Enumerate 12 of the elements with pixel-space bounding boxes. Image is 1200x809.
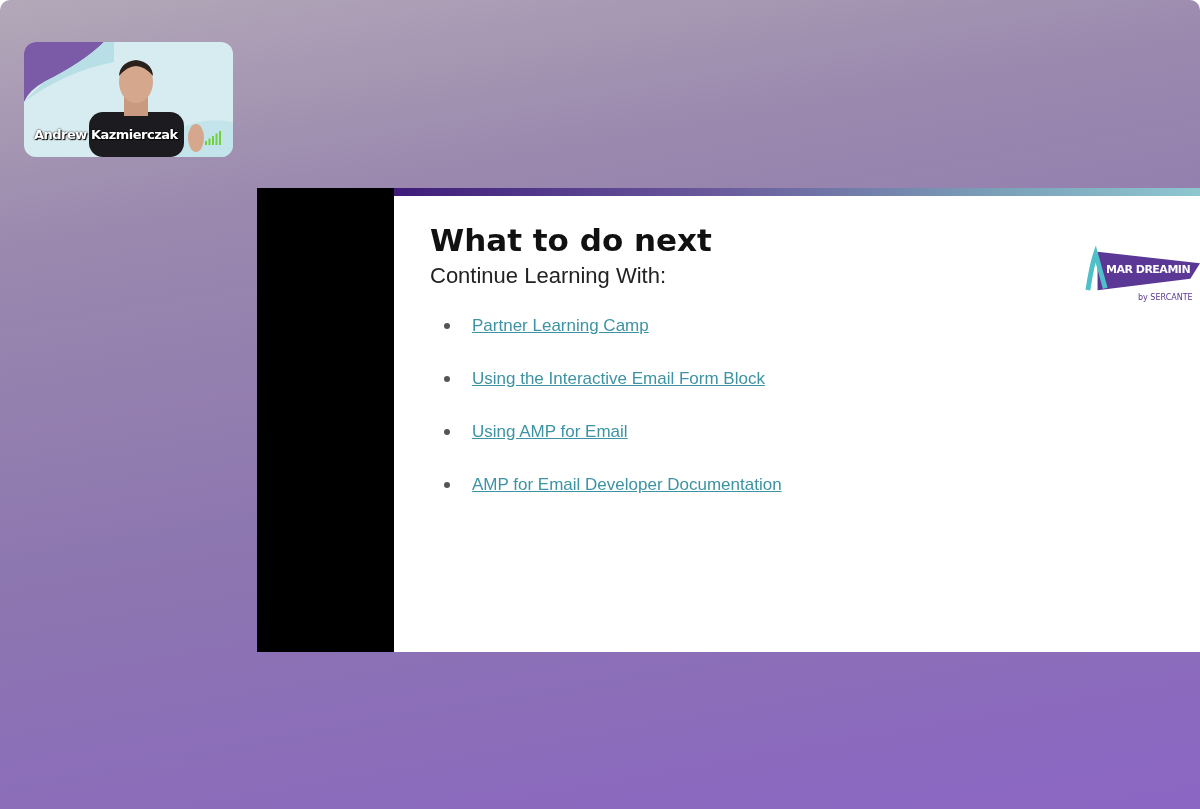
bullet-icon xyxy=(444,482,450,488)
bullet-icon xyxy=(444,323,450,329)
speaker-name: Andrew Kazmierczak xyxy=(34,127,178,142)
bullet-icon xyxy=(444,376,450,382)
resource-link[interactable]: Using AMP for Email xyxy=(472,422,628,442)
slide-subtitle: Continue Learning With: xyxy=(430,262,668,290)
resource-link[interactable]: Partner Learning Camp xyxy=(472,316,649,336)
slide-title: What to do next xyxy=(430,221,713,260)
resource-link[interactable]: AMP for Email Developer Documentation xyxy=(472,475,782,495)
resource-link[interactable]: Using the Interactive Email Form Block xyxy=(472,369,765,389)
signal-icon xyxy=(205,131,221,145)
bullet-icon xyxy=(444,429,450,435)
